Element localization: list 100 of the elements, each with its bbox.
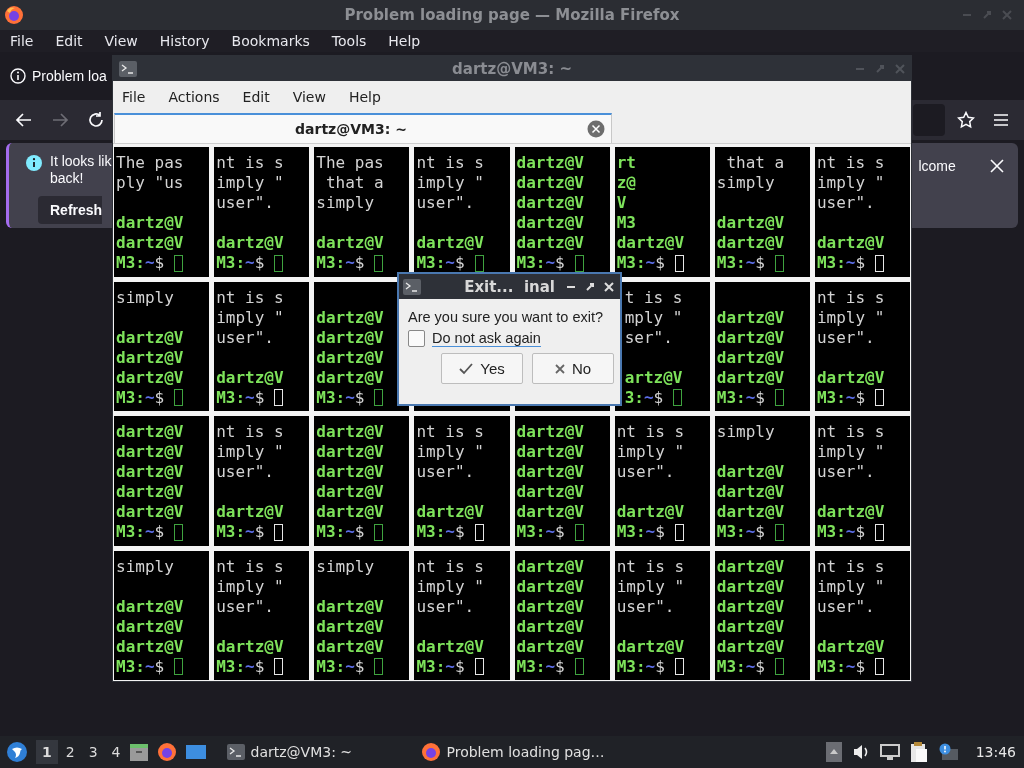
- terminal-pane[interactable]: simply dartz@V dartz@V dartz@V M3:~$: [714, 416, 810, 546]
- prompt-text: dartz@V: [316, 616, 384, 637]
- prompt-text: dartz@V: [516, 193, 584, 213]
- close-tab-icon[interactable]: [587, 120, 605, 138]
- terminal-pane[interactable]: nt is s imply " user". dartz@V M3:~$: [414, 550, 510, 680]
- checkbox[interactable]: [408, 330, 425, 347]
- terminal-pane[interactable]: nt is s imply " user". dartz@V M3:~$: [814, 147, 910, 277]
- star-icon[interactable]: [957, 111, 975, 129]
- prompt-text: dartz@V: [316, 422, 384, 442]
- terminal-pane[interactable]: nt is s imply " user". dartz@V M3:~$: [614, 416, 710, 546]
- terminal-output: simply: [316, 556, 375, 577]
- terminal-pane[interactable]: simply dartz@V dartz@V dartz@V M3:~$: [114, 550, 210, 680]
- terminal-pane[interactable]: nt is s imply " user". dartz@V M3:~$: [214, 416, 310, 546]
- terminal-pane[interactable]: simply dartz@V dartz@V dartz@V M3:~$: [114, 281, 210, 411]
- prompt-text: dartz@V: [316, 596, 384, 617]
- network-icon[interactable]: [879, 743, 900, 761]
- terminal-output: simply: [116, 556, 174, 577]
- prompt-text: dartz@V: [316, 442, 384, 462]
- workspace-button[interactable]: 2: [59, 740, 81, 764]
- terminal-output: imply ": [216, 442, 284, 462]
- file-cabinet-icon[interactable]: [128, 742, 149, 762]
- taskbar-button[interactable]: Problem loading pag…: [416, 738, 609, 766]
- prompt-text: dartz@V: [516, 576, 584, 597]
- terminal-pane[interactable]: rt z@ V M3 dartz@V M3:~$: [614, 147, 710, 277]
- info-icon: [10, 68, 26, 84]
- prompt-text: dartz@V: [716, 482, 785, 502]
- terminal-pane[interactable]: dartz@V dartz@V dartz@V dartz@V dartz@V M3:~$: [514, 550, 610, 680]
- terminal-output: nt is s: [216, 556, 284, 577]
- terminal-pane[interactable]: The pas ply "us dartz@V dartz@V M3:~$: [114, 147, 210, 277]
- terminal-output: ply "us: [116, 173, 184, 193]
- menu-item[interactable]: Edit: [55, 33, 83, 49]
- terminal-pane[interactable]: dartz@V dartz@V dartz@V dartz@V dartz@V M3:~$: [114, 416, 210, 546]
- window-icon[interactable]: [184, 743, 207, 761]
- terminal-pane[interactable]: dartz@V dartz@V dartz@V dartz@V dartz@V M3:~$: [314, 416, 410, 546]
- back-arrow-icon[interactable]: [15, 112, 33, 128]
- terminal-pane[interactable]: nt is s imply " user". dartz@V M3:~$: [214, 281, 310, 411]
- prompt-text: M3:~$: [316, 522, 365, 542]
- prompt-text: dartz@V: [116, 367, 184, 388]
- clipboard-icon[interactable]: [909, 741, 928, 763]
- menu-item[interactable]: File: [10, 33, 34, 49]
- prompt-text: M3:~$: [316, 253, 365, 273]
- terminal-output: imply ": [616, 576, 685, 597]
- workspace-button[interactable]: 4: [105, 740, 127, 764]
- prompt-text: dartz@V: [516, 616, 584, 637]
- notification-icon[interactable]: [937, 743, 958, 761]
- terminal-pane[interactable]: nt is s imply " user". dartz@V M3:~$: [614, 550, 710, 680]
- terminal-pane[interactable]: nt is s imply " user". dartz@V M3:~$: [814, 416, 910, 546]
- terminal-pane[interactable]: that a simply dartz@V dartz@V M3:~$: [714, 147, 810, 277]
- prompt-text: dartz@V: [116, 347, 184, 368]
- prompt-text: M3:~$: [516, 522, 565, 542]
- prompt-text: M3:~$: [816, 253, 866, 273]
- workspace-button[interactable]: 3: [82, 740, 104, 764]
- menu-item[interactable]: Help: [348, 89, 392, 105]
- yes-button[interactable]: Yes: [441, 353, 523, 384]
- volume-icon[interactable]: [851, 744, 870, 760]
- terminal-output: user".: [216, 193, 274, 213]
- terminal-pane[interactable]: simply dartz@V dartz@V dartz@V M3:~$: [314, 550, 410, 680]
- reload-icon[interactable]: [87, 111, 105, 129]
- menu-item[interactable]: Actions: [168, 89, 231, 105]
- start-menu-icon[interactable]: [6, 741, 28, 763]
- workspace-button[interactable]: 1: [36, 740, 58, 764]
- window-title: dartz@VM3: ~: [452, 59, 572, 78]
- terminal-pane[interactable]: dartz@V dartz@V dartz@V dartz@V dartz@V M3:~$: [714, 550, 810, 680]
- prompt-text: dartz@V: [716, 233, 785, 253]
- menu-item[interactable]: File: [122, 89, 157, 105]
- terminal-output: simply: [716, 173, 775, 193]
- menu-item[interactable]: View: [292, 89, 337, 105]
- firefox-logo-icon[interactable]: [156, 742, 177, 762]
- prompt-text: dartz@V: [616, 636, 685, 657]
- no-button[interactable]: No: [532, 353, 614, 384]
- terminal-output: imply ": [416, 576, 484, 597]
- menu-item[interactable]: Tools: [331, 33, 367, 49]
- prompt-text: M3:~$: [816, 387, 866, 408]
- menu-item[interactable]: Help: [388, 33, 421, 49]
- terminal-pane[interactable]: nt is s imply " user". dartz@V M3:~$: [814, 281, 910, 411]
- prompt-text: dartz@V: [216, 233, 284, 253]
- refresh-button[interactable]: Refresh: [38, 196, 102, 224]
- menu-icon[interactable]: [993, 113, 1009, 127]
- dialog-message: Are you sure you want to exit?: [408, 309, 605, 325]
- menu-item[interactable]: Bookmarks: [231, 33, 310, 49]
- terminal-pane[interactable]: nt is s imply " user". dartz@V M3:~$: [814, 550, 910, 680]
- prompt-text: dartz@V: [816, 233, 885, 253]
- terminal-pane[interactable]: t is s mply " ser". artz@V 3:~$: [614, 281, 710, 411]
- terminal-tab[interactable]: dartz@VM3: ~: [114, 113, 612, 143]
- menu-item[interactable]: History: [159, 33, 210, 49]
- taskbar-button[interactable]: dartz@VM3: ~: [222, 738, 411, 766]
- terminal-pane[interactable]: dartz@V dartz@V dartz@V dartz@V M3:~$: [714, 281, 810, 411]
- browser-tab[interactable]: Problem loa: [8, 56, 109, 96]
- checkbox-label[interactable]: Do not ask again: [432, 330, 541, 347]
- terminal-output: imply ": [216, 173, 284, 193]
- terminal-pane[interactable]: The pas that a simply dartz@V M3:~$: [314, 147, 410, 277]
- menu-item[interactable]: View: [104, 33, 138, 49]
- terminal-pane[interactable]: nt is s imply " user". dartz@V M3:~$: [214, 147, 310, 277]
- terminal-output: that a: [725, 153, 785, 173]
- terminal-pane[interactable]: dartz@V dartz@V dartz@V dartz@V dartz@V M3:~$: [514, 416, 610, 546]
- dialog-title: Exit... inal: [463, 277, 555, 296]
- terminal-pane[interactable]: nt is s imply " user". dartz@V M3:~$: [414, 416, 510, 546]
- terminal-pane[interactable]: nt is s imply " user". dartz@V M3:~$: [214, 550, 310, 680]
- menu-item[interactable]: Edit: [242, 89, 281, 105]
- terminal-icon: [119, 60, 137, 77]
